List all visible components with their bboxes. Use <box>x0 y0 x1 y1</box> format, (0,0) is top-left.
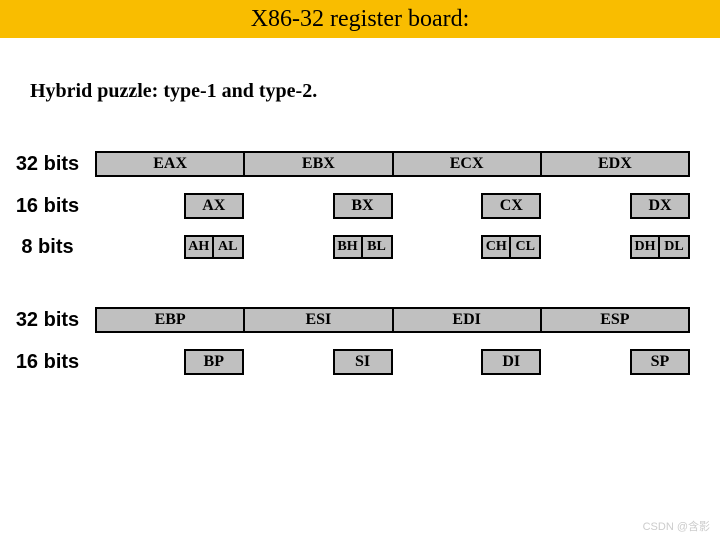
reg-ebp: EBP <box>95 307 245 333</box>
reg-esp: ESP <box>542 307 690 333</box>
cells-16-2: BP SI DI SP <box>95 349 720 375</box>
cells-32: EAX EBX ECX EDX <box>95 151 720 177</box>
label-32bit: 32 bits <box>0 153 95 176</box>
row-32bit-2: 32 bits EBP ESI EDI ESP <box>0 307 720 333</box>
page-title: X86-32 register board: <box>251 6 470 33</box>
reg-si: SI <box>333 349 393 375</box>
title-bar: X86-32 register board: <box>0 0 720 38</box>
reg-sp: SP <box>630 349 690 375</box>
reg-cx: CX <box>481 193 541 219</box>
label-32bit-2: 32 bits <box>0 309 95 332</box>
reg-dh: DH <box>630 235 660 259</box>
reg-bx: BX <box>333 193 393 219</box>
subtitle: Hybrid puzzle: type-1 and type-2. <box>30 80 720 103</box>
reg-dl: DL <box>660 235 690 259</box>
reg-ax: AX <box>184 193 244 219</box>
reg-bl: BL <box>363 235 393 259</box>
reg-di: DI <box>481 349 541 375</box>
cells-16: AX BX CX DX <box>95 193 720 219</box>
reg-ebx: EBX <box>245 151 393 177</box>
label-8bit: 8 bits <box>0 236 95 259</box>
reg-dx: DX <box>630 193 690 219</box>
register-group-2: 32 bits EBP ESI EDI ESP 16 bits BP SI DI… <box>0 307 720 375</box>
row-16bit-2: 16 bits BP SI DI SP <box>0 349 720 375</box>
row-8bit: 8 bits AHAL BHBL CHCL DHDL <box>0 235 720 259</box>
reg-bh: BH <box>333 235 363 259</box>
label-16bit-2: 16 bits <box>0 351 95 374</box>
reg-edi: EDI <box>394 307 542 333</box>
reg-ecx: ECX <box>394 151 542 177</box>
label-16bit: 16 bits <box>0 195 95 218</box>
reg-ah: AH <box>184 235 214 259</box>
reg-bp: BP <box>184 349 244 375</box>
reg-eax: EAX <box>95 151 245 177</box>
reg-edx: EDX <box>542 151 690 177</box>
register-group-1: 32 bits EAX EBX ECX EDX 16 bits AX BX CX… <box>0 151 720 259</box>
cells-8: AHAL BHBL CHCL DHDL <box>95 235 720 259</box>
reg-cl: CL <box>511 235 541 259</box>
reg-al: AL <box>214 235 244 259</box>
row-16bit: 16 bits AX BX CX DX <box>0 193 720 219</box>
reg-esi: ESI <box>245 307 393 333</box>
watermark: CSDN @含影 <box>643 518 710 534</box>
cells-32-2: EBP ESI EDI ESP <box>95 307 720 333</box>
row-32bit: 32 bits EAX EBX ECX EDX <box>0 151 720 177</box>
reg-ch: CH <box>481 235 511 259</box>
